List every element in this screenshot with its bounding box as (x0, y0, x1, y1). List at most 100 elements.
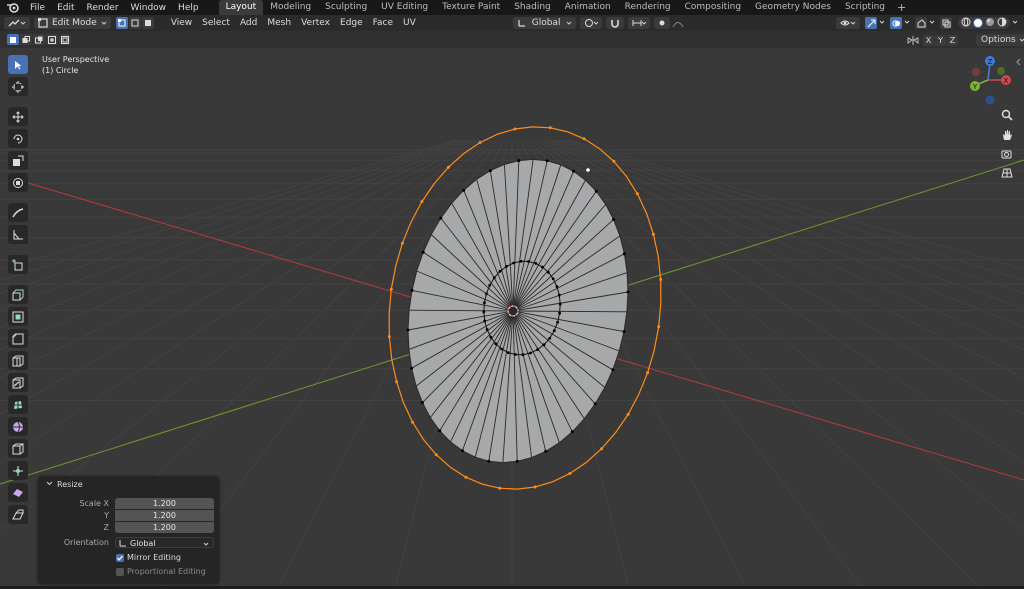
select-extend-button[interactable] (20, 34, 32, 45)
overlays-toggle[interactable] (890, 17, 902, 29)
add-cube-tool[interactable] (8, 255, 28, 274)
scale-tool[interactable] (8, 151, 28, 170)
camera-view-button[interactable] (998, 146, 1016, 162)
menu-render[interactable]: Render (81, 3, 125, 13)
menu-vertex[interactable]: Vertex (296, 18, 335, 28)
options-dropdown[interactable]: Options (976, 34, 1024, 46)
bevel-tool[interactable] (8, 329, 28, 348)
menu-view[interactable]: View (166, 18, 197, 28)
tab-scripting[interactable]: Scripting (838, 0, 892, 15)
chevron-down-icon (566, 21, 571, 25)
vertex-select-button[interactable] (115, 17, 128, 29)
inset-faces-tool[interactable] (8, 307, 28, 326)
mirror-y-toggle[interactable]: Y (935, 34, 946, 46)
tab-shading[interactable]: Shading (507, 0, 558, 15)
xray-toggle[interactable] (940, 17, 952, 29)
tab-geometry-nodes[interactable]: Geometry Nodes (748, 0, 838, 15)
knife-tool[interactable] (8, 373, 28, 392)
tab-texture-paint[interactable]: Texture Paint (435, 0, 507, 15)
overlays-dropdown[interactable] (904, 18, 910, 28)
menu-select[interactable]: Select (197, 18, 235, 28)
rendered-shading-button[interactable] (997, 17, 1007, 30)
pivot-point-dropdown[interactable] (579, 17, 602, 29)
sidebar-toggle[interactable] (1016, 58, 1022, 69)
zoom-button[interactable] (998, 107, 1016, 123)
tab-layout[interactable]: Layout (218, 0, 264, 15)
toggle-perspective-button[interactable] (998, 165, 1016, 181)
visibility-dropdown[interactable] (836, 17, 860, 29)
mirror-x-toggle[interactable]: X (923, 34, 934, 46)
scale-z-field[interactable]: 1.200 (115, 522, 214, 533)
menu-add[interactable]: Add (235, 18, 262, 28)
menu-face[interactable]: Face (368, 18, 398, 28)
menu-uv[interactable]: UV (398, 18, 421, 28)
menu-edit[interactable]: Edit (51, 3, 80, 13)
annotate-tool[interactable] (8, 203, 28, 222)
select-box-tool[interactable] (8, 55, 28, 74)
cursor-tool[interactable] (8, 77, 28, 96)
tab-compositing[interactable]: Compositing (678, 0, 748, 15)
mesh-overlays-dropdown[interactable] (929, 18, 935, 28)
shading-dropdown[interactable] (1012, 18, 1018, 28)
tab-uv-editing[interactable]: UV Editing (374, 0, 435, 15)
edge-select-button[interactable] (128, 17, 141, 29)
tab-animation[interactable]: Animation (558, 0, 618, 15)
loop-cut-tool[interactable] (8, 351, 28, 370)
tab-modeling[interactable]: Modeling (263, 0, 318, 15)
select-new-button[interactable] (7, 34, 19, 45)
extrude-region-tool[interactable] (8, 285, 28, 304)
spin-tool[interactable] (8, 417, 28, 436)
pan-button[interactable] (998, 127, 1016, 143)
tab-rendering[interactable]: Rendering (618, 0, 678, 15)
menu-edge[interactable]: Edge (335, 18, 368, 28)
select-intersect-button[interactable] (59, 34, 71, 45)
scale-y-field[interactable]: 1.200 (115, 510, 214, 521)
snap-target-dropdown[interactable] (627, 17, 650, 29)
mesh-vertex (494, 342, 498, 346)
shrink-fatten-tool[interactable] (8, 483, 28, 502)
gizmo-neg-z-handle[interactable] (985, 95, 995, 105)
scale-x-field[interactable]: 1.200 (115, 498, 214, 509)
menu-file[interactable]: File (24, 3, 51, 13)
gizmo-toggle[interactable] (865, 17, 877, 29)
menu-mesh[interactable]: Mesh (262, 18, 296, 28)
snap-toggle[interactable] (605, 17, 624, 29)
orientation-select[interactable]: Global (115, 537, 214, 548)
mesh-edit-overlays-toggle[interactable] (915, 17, 927, 29)
blender-logo-icon[interactable] (6, 2, 20, 13)
shear-tool[interactable] (8, 505, 28, 524)
gizmo-neg-y-handle[interactable] (997, 67, 1005, 75)
material-shading-button[interactable] (985, 17, 995, 30)
falloff-dropdown[interactable] (672, 18, 688, 28)
resize-panel-header[interactable]: Resize (46, 480, 83, 489)
face-select-button[interactable] (141, 17, 154, 29)
select-invert-button[interactable] (46, 34, 58, 45)
mode-dropdown[interactable]: Edit Mode (34, 17, 111, 29)
move-tool[interactable] (8, 107, 28, 126)
menu-window[interactable]: Window (125, 3, 173, 13)
mirror-editing-checkbox[interactable] (116, 554, 124, 562)
smooth-tool[interactable] (8, 439, 28, 458)
menu-help[interactable]: Help (172, 3, 205, 13)
mirror-z-toggle[interactable]: Z (947, 34, 958, 46)
rotate-tool[interactable] (8, 129, 28, 148)
tab-sculpting[interactable]: Sculpting (318, 0, 374, 15)
poly-build-tool[interactable] (8, 395, 28, 414)
proportional-editing-checkbox[interactable] (116, 568, 124, 576)
select-subtract-button[interactable] (33, 34, 45, 45)
gizmo-x-label: X (1004, 77, 1009, 85)
add-workspace-button[interactable]: + (892, 1, 911, 14)
navigation-gizmo[interactable]: Z X Y (970, 56, 1011, 105)
editor-type-dropdown[interactable] (4, 17, 30, 29)
scale-x-label: Scale X (79, 499, 109, 508)
gizmo-dropdown[interactable] (879, 18, 885, 28)
gizmo-neg-x-handle[interactable] (972, 68, 980, 76)
solid-shading-button[interactable] (973, 18, 983, 28)
wireframe-shading-button[interactable] (961, 17, 971, 30)
proportional-edit-toggle[interactable] (653, 17, 670, 29)
hand-icon (1003, 130, 1012, 140)
measure-tool[interactable] (8, 225, 28, 244)
transform-orientation-dropdown[interactable]: Global (512, 17, 576, 29)
edge-slide-tool[interactable] (8, 461, 28, 480)
transform-tool[interactable] (8, 173, 28, 192)
